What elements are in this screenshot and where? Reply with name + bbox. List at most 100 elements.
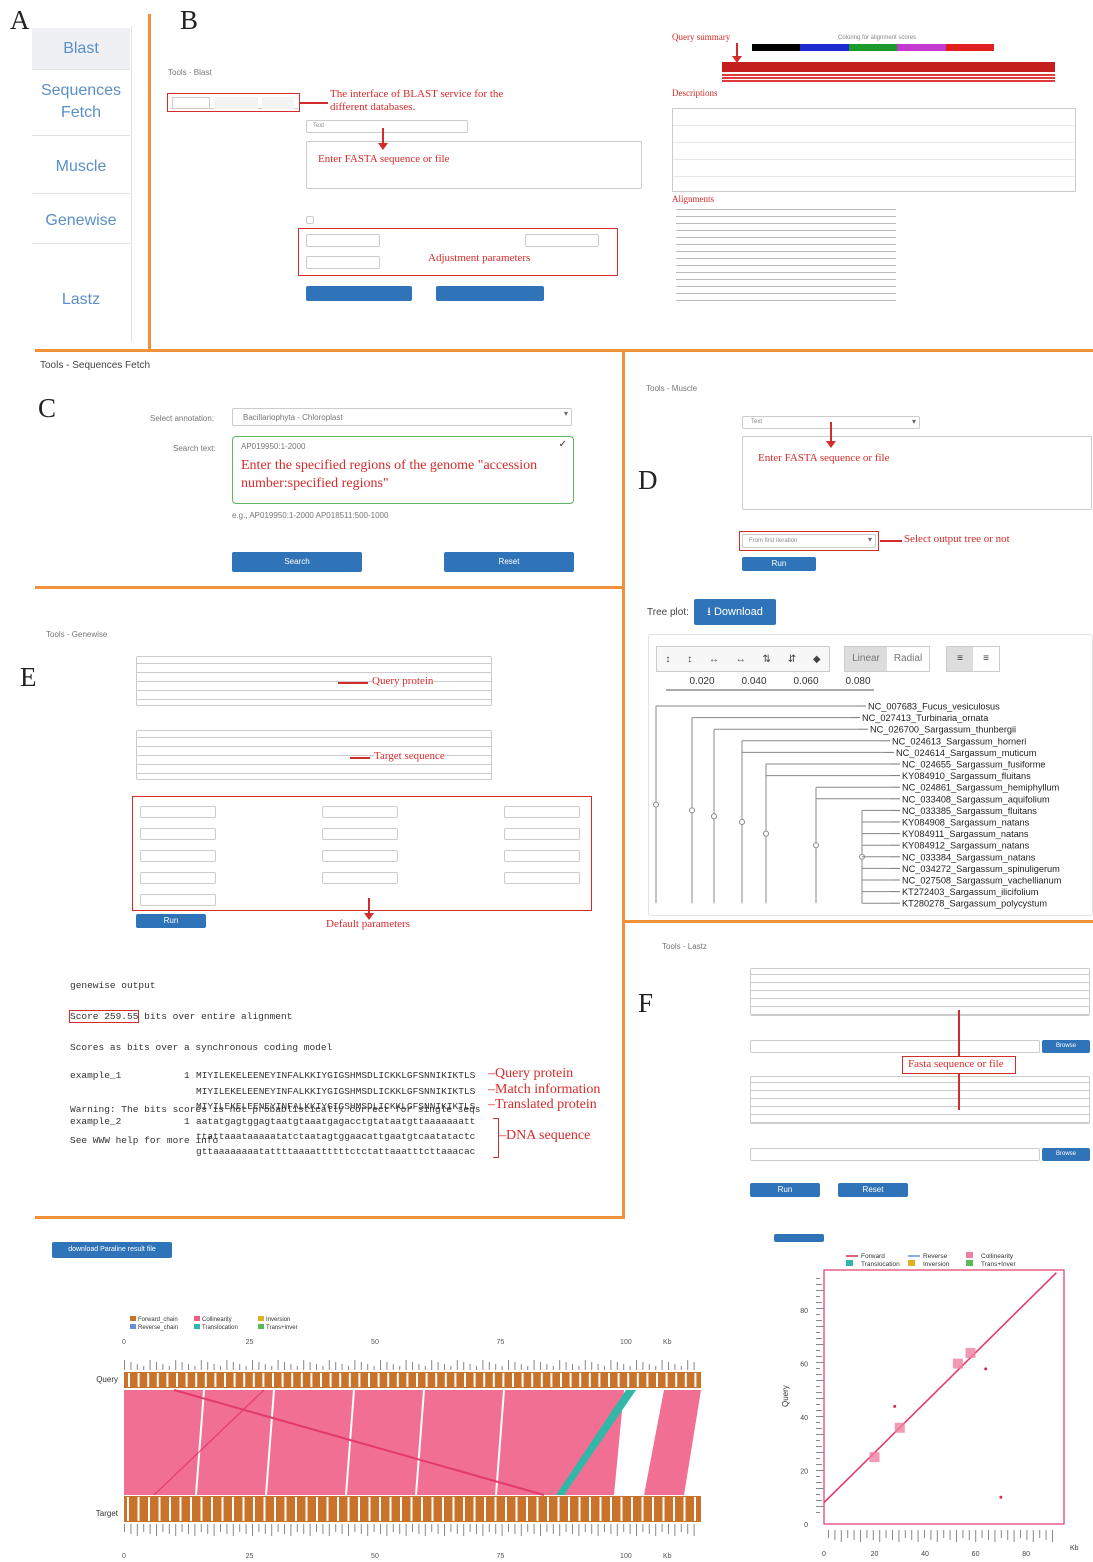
track-gap <box>368 1373 370 1387</box>
compress-vertical-icon[interactable]: ↕ <box>687 654 692 665</box>
query-textarea[interactable] <box>750 1076 1090 1124</box>
target-textarea[interactable] <box>750 968 1090 1016</box>
param-select[interactable] <box>504 850 580 862</box>
gene-tick <box>661 1524 663 1532</box>
sidebar-item-muscle[interactable]: Muscle <box>32 140 130 194</box>
param-select[interactable] <box>322 828 398 840</box>
param-select[interactable] <box>140 828 216 840</box>
track-gap <box>387 1373 390 1387</box>
params-grid <box>136 804 586 908</box>
compress-horizontal-icon[interactable]: ↔ <box>736 654 746 665</box>
alignments-text <box>676 206 896 304</box>
legend-label: Translocation <box>202 1325 238 1331</box>
param-select[interactable] <box>504 806 580 818</box>
track-gap <box>347 1497 350 1521</box>
gene-tick <box>354 1524 356 1532</box>
legend-swatch <box>130 1316 136 1321</box>
search-textarea[interactable]: AP019950:1-2000 ✓ Enter the specified re… <box>232 436 574 504</box>
annotation-target: Target sequence <box>374 750 445 762</box>
download-button[interactable]: ⭳ Download <box>694 599 776 625</box>
param-select[interactable] <box>140 894 216 906</box>
expand-horizontal-icon[interactable]: ↔ <box>709 654 719 665</box>
sort-asc-icon[interactable]: ⇅ <box>763 654 771 665</box>
sidebar-item-blast[interactable]: Blast <box>32 28 130 70</box>
sidebar-item-lastz[interactable]: Lastz <box>32 250 130 342</box>
collinear-block <box>869 1452 880 1463</box>
max-target-input[interactable] <box>306 256 380 269</box>
fasta-textarea[interactable] <box>742 436 1092 510</box>
run-button[interactable]: Run <box>750 1183 820 1197</box>
target-upload[interactable] <box>750 1040 1040 1053</box>
linear-label: Linear <box>852 653 880 664</box>
gene-tick <box>450 1366 452 1370</box>
linear-button[interactable]: Linear <box>845 647 887 671</box>
output-tree-select[interactable]: From first iteration <box>742 534 876 548</box>
align-left-icon[interactable]: ≡ <box>947 647 973 671</box>
layout-toggle: Linear Radial <box>844 646 930 672</box>
sidebar-item-sequences-fetch[interactable]: Sequences Fetch <box>32 74 130 136</box>
gene-tick <box>303 1524 305 1534</box>
fasta-input[interactable] <box>306 141 642 189</box>
param-select[interactable] <box>322 872 398 884</box>
track-gap <box>233 1373 236 1387</box>
sidebar-item-genewise[interactable]: Genewise <box>32 198 130 244</box>
param-select[interactable] <box>504 828 580 840</box>
query-upload[interactable] <box>750 1148 1040 1161</box>
reset-icon[interactable]: ◆ <box>813 654 821 665</box>
gene-tick <box>816 1494 820 1495</box>
reset-button[interactable]: Reset <box>838 1183 908 1197</box>
param-select[interactable] <box>140 872 216 884</box>
track-gap <box>169 1497 171 1521</box>
tree-node <box>813 842 819 849</box>
param-select[interactable] <box>140 850 216 862</box>
sort-desc-icon[interactable]: ⇵ <box>788 654 796 665</box>
wordsize-input[interactable] <box>525 234 599 247</box>
download-result-button[interactable]: download Paraline result file <box>52 1242 172 1258</box>
track-gap <box>540 1373 543 1387</box>
track-gap <box>329 1373 332 1387</box>
track-gap <box>190 1497 192 1521</box>
gene-tick <box>264 1524 266 1534</box>
gene-tick <box>604 1366 605 1370</box>
search-button[interactable]: Search <box>232 552 362 572</box>
reset-button[interactable] <box>436 286 544 301</box>
param-select[interactable] <box>322 806 398 818</box>
database-checkbox[interactable] <box>306 216 314 224</box>
example-1-num: 1 <box>184 1070 190 1081</box>
param-select[interactable] <box>322 850 398 862</box>
search-button[interactable] <box>306 286 412 301</box>
legend-swatch <box>966 1252 973 1258</box>
run-button[interactable]: Run <box>136 914 206 928</box>
gene-tick <box>655 1366 657 1370</box>
radial-button[interactable]: Radial <box>887 647 929 671</box>
browse-button[interactable]: Browse <box>1042 1040 1090 1053</box>
reset-button[interactable]: Reset <box>444 552 574 572</box>
protein-textarea[interactable] <box>136 656 492 706</box>
annotation-select[interactable]: Bacillariophyta - Chloroplast <box>232 408 572 426</box>
run-button[interactable]: Run <box>742 557 816 571</box>
dot <box>893 1404 897 1408</box>
track-gap <box>492 1373 495 1387</box>
gene-tick <box>495 1524 497 1534</box>
browse-button[interactable]: Browse <box>1042 1148 1090 1161</box>
param-select[interactable] <box>140 806 216 818</box>
track-gap <box>410 1497 413 1521</box>
gene-tick <box>1007 1530 1009 1540</box>
gene-tick <box>290 1364 292 1370</box>
color-key <box>752 44 995 51</box>
type-select[interactable]: Text <box>306 120 468 133</box>
param-select[interactable] <box>504 872 580 884</box>
arrow <box>826 422 836 448</box>
gene-tick <box>399 1524 401 1534</box>
gene-tick <box>816 1326 824 1327</box>
annotation-fasta: Enter FASTA sequence or file <box>758 452 890 464</box>
align-right-icon[interactable]: ≡ <box>973 647 999 671</box>
gene-tick <box>816 1380 824 1381</box>
gene-tick <box>392 1364 394 1370</box>
expand-vertical-icon[interactable]: ↕ <box>665 654 670 665</box>
scale-tick-label: 0.020 <box>689 676 714 687</box>
evalue-input[interactable] <box>306 234 380 247</box>
gene-tick <box>816 1464 822 1465</box>
track-gap <box>454 1373 457 1387</box>
download-dotplot-button[interactable] <box>774 1234 824 1242</box>
